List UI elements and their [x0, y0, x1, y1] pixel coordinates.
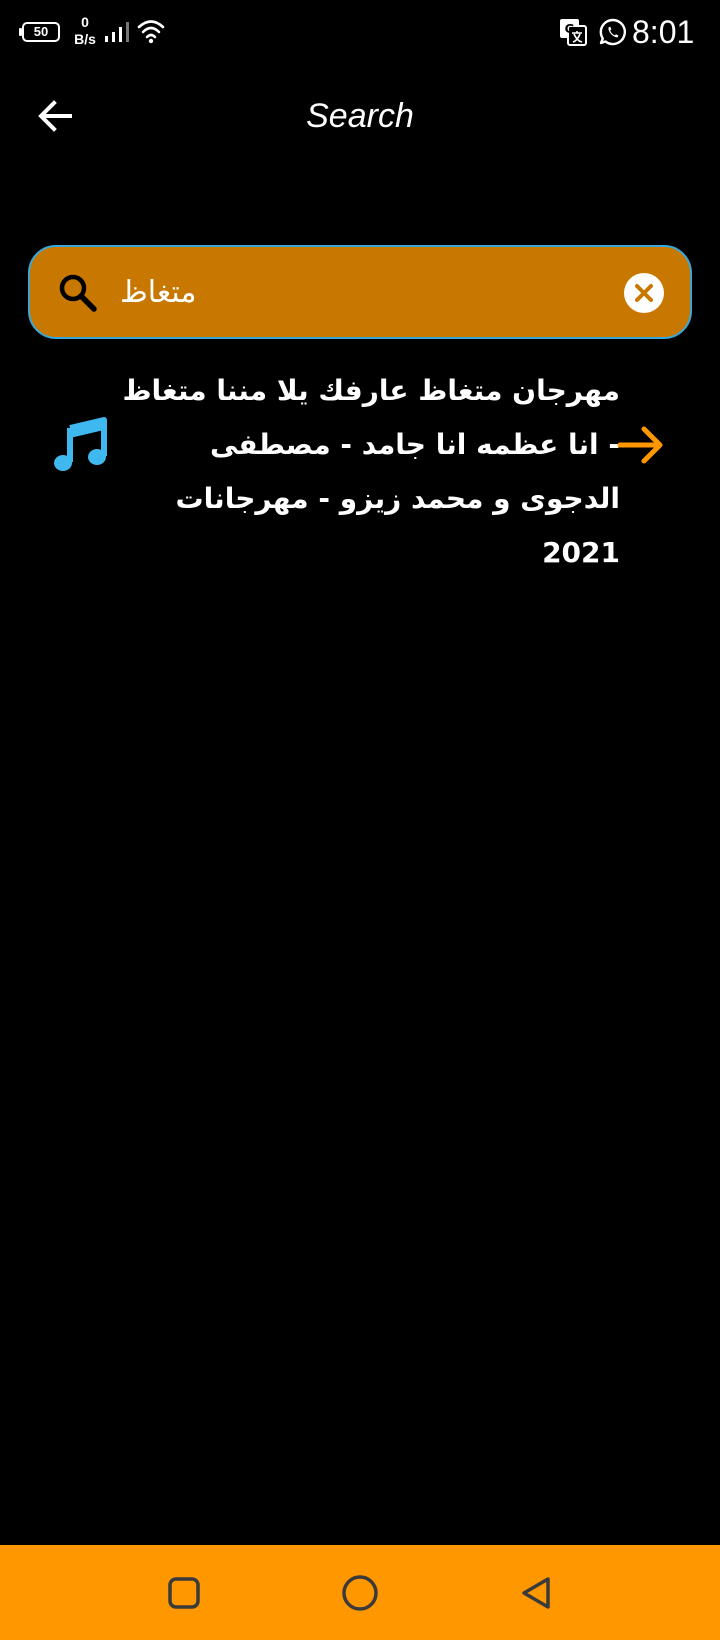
page-title: Search: [306, 97, 414, 135]
network-speed-unit: B/s: [74, 31, 96, 47]
close-icon: [635, 284, 653, 302]
nav-back-button[interactable]: [512, 1569, 560, 1617]
home-button[interactable]: [336, 1569, 384, 1617]
triangle-back-icon: [522, 1577, 550, 1609]
svg-text:G: G: [565, 22, 575, 36]
navigation-bar: [0, 1545, 720, 1640]
search-input[interactable]: [120, 263, 560, 321]
music-note-icon: [54, 417, 107, 471]
back-button[interactable]: [30, 90, 82, 142]
network-speed: 0 B/s: [70, 14, 100, 48]
clock: 8:01: [632, 14, 695, 50]
signal-icon: [105, 22, 129, 42]
translate-icon: G: [560, 19, 587, 46]
battery-level: 50: [33, 24, 49, 39]
search-icon: [59, 274, 97, 312]
battery-icon: 50: [19, 22, 60, 42]
whatsapp-icon: [599, 18, 626, 46]
wifi-icon: [137, 20, 165, 44]
arrow-right-icon[interactable]: [616, 422, 666, 468]
network-speed-value: 0: [81, 14, 89, 30]
status-bar: 50 0 B/s G 8:01: [0, 0, 720, 66]
search-box[interactable]: [28, 245, 692, 339]
arrow-left-icon: [38, 100, 72, 132]
recents-button[interactable]: [160, 1569, 208, 1617]
circle-icon: [342, 1575, 378, 1611]
result-title: مهرجان متغاظ عارفك يلا مننا متغاظ - انا …: [122, 374, 620, 569]
search-result-item[interactable]: مهرجان متغاظ عارفك يلا مننا متغاظ - انا …: [28, 364, 692, 569]
clear-search-button[interactable]: [624, 273, 664, 313]
square-icon: [168, 1577, 200, 1609]
